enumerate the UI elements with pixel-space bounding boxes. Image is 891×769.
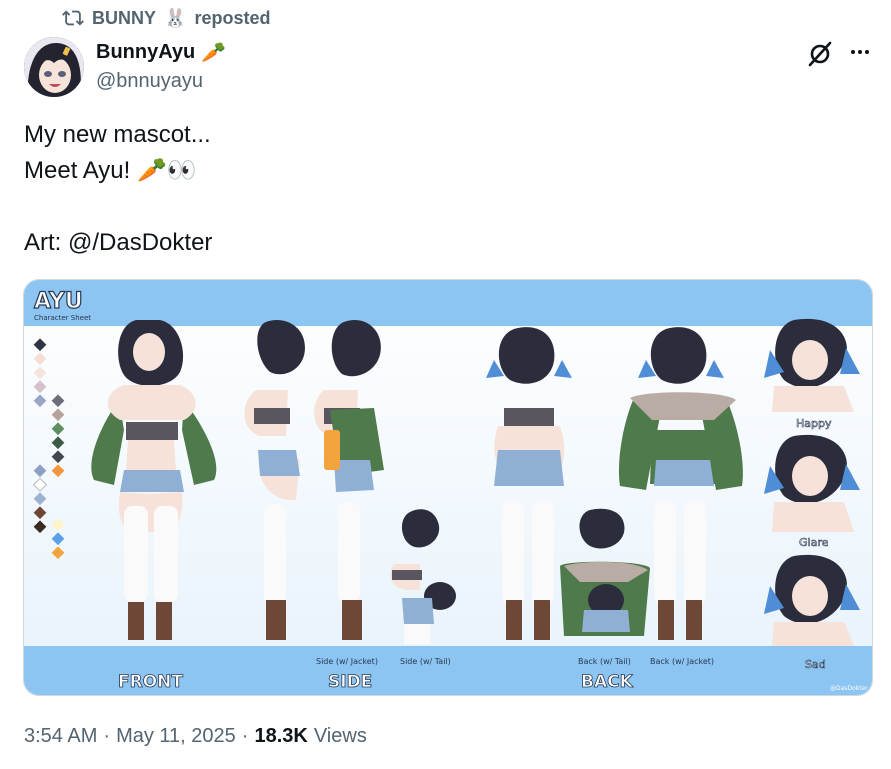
label-side-jacket: Side (w/ Jacket): [316, 657, 378, 666]
views-label: Views: [313, 725, 367, 747]
grok-icon[interactable]: [806, 40, 834, 68]
label-back-jacket: Back (w/ Jacket): [650, 657, 714, 666]
repost-header[interactable]: BUNNY 🐰 reposted: [62, 6, 270, 30]
repost-label: reposted: [194, 7, 271, 28]
author-handle[interactable]: @bnnuyayu: [96, 70, 203, 93]
character-sheet-image[interactable]: AYU Character Sheet FRONT SIDE BACK Side…: [23, 279, 873, 696]
views-count: 18.3K: [254, 725, 308, 747]
author-name[interactable]: BunnyAyu: [96, 41, 195, 64]
artist-credit: @DasDokter: [830, 685, 868, 692]
tweet-meta: 3:54 AM · May 11, 2025 · 18.3K Views: [24, 725, 367, 748]
label-glare: Glare: [799, 536, 829, 549]
sheet-title: AYU: [34, 289, 83, 314]
tweet-text: My new mascot... Meet Ayu! 🥕👀 Art: @/Das…: [24, 117, 212, 261]
repost-icon: [62, 7, 84, 29]
label-side: SIDE: [328, 672, 372, 692]
label-front: FRONT: [118, 672, 183, 692]
tweet-line: Meet Ayu! 🥕👀: [24, 157, 197, 184]
label-sad: Sad: [805, 658, 826, 671]
repost-user[interactable]: BUNNY: [92, 8, 156, 29]
carrot-emoji-icon: 🥕: [201, 42, 227, 64]
bunny-emoji-icon: 🐰: [164, 7, 187, 28]
sheet-subtitle: Character Sheet: [34, 314, 91, 322]
tweet-line: My new mascot...: [24, 121, 211, 148]
tweet-line: [24, 189, 212, 225]
label-side-tail: Side (w/ Tail): [400, 657, 451, 666]
tweet-date[interactable]: May 11, 2025: [116, 725, 236, 748]
label-back: BACK: [581, 672, 634, 692]
author-name-row[interactable]: BunnyAyu 🥕: [96, 40, 226, 65]
label-happy: Happy: [796, 417, 832, 430]
label-back-tail: Back (w/ Tail): [578, 657, 631, 666]
meta-separator: ·: [103, 725, 111, 747]
tweet-line: Art: @/DasDokter: [24, 229, 213, 256]
tweet-time[interactable]: 3:54 AM: [24, 725, 97, 748]
more-icon[interactable]: [848, 40, 872, 64]
avatar[interactable]: [24, 37, 84, 97]
meta-separator: ·: [241, 725, 249, 747]
